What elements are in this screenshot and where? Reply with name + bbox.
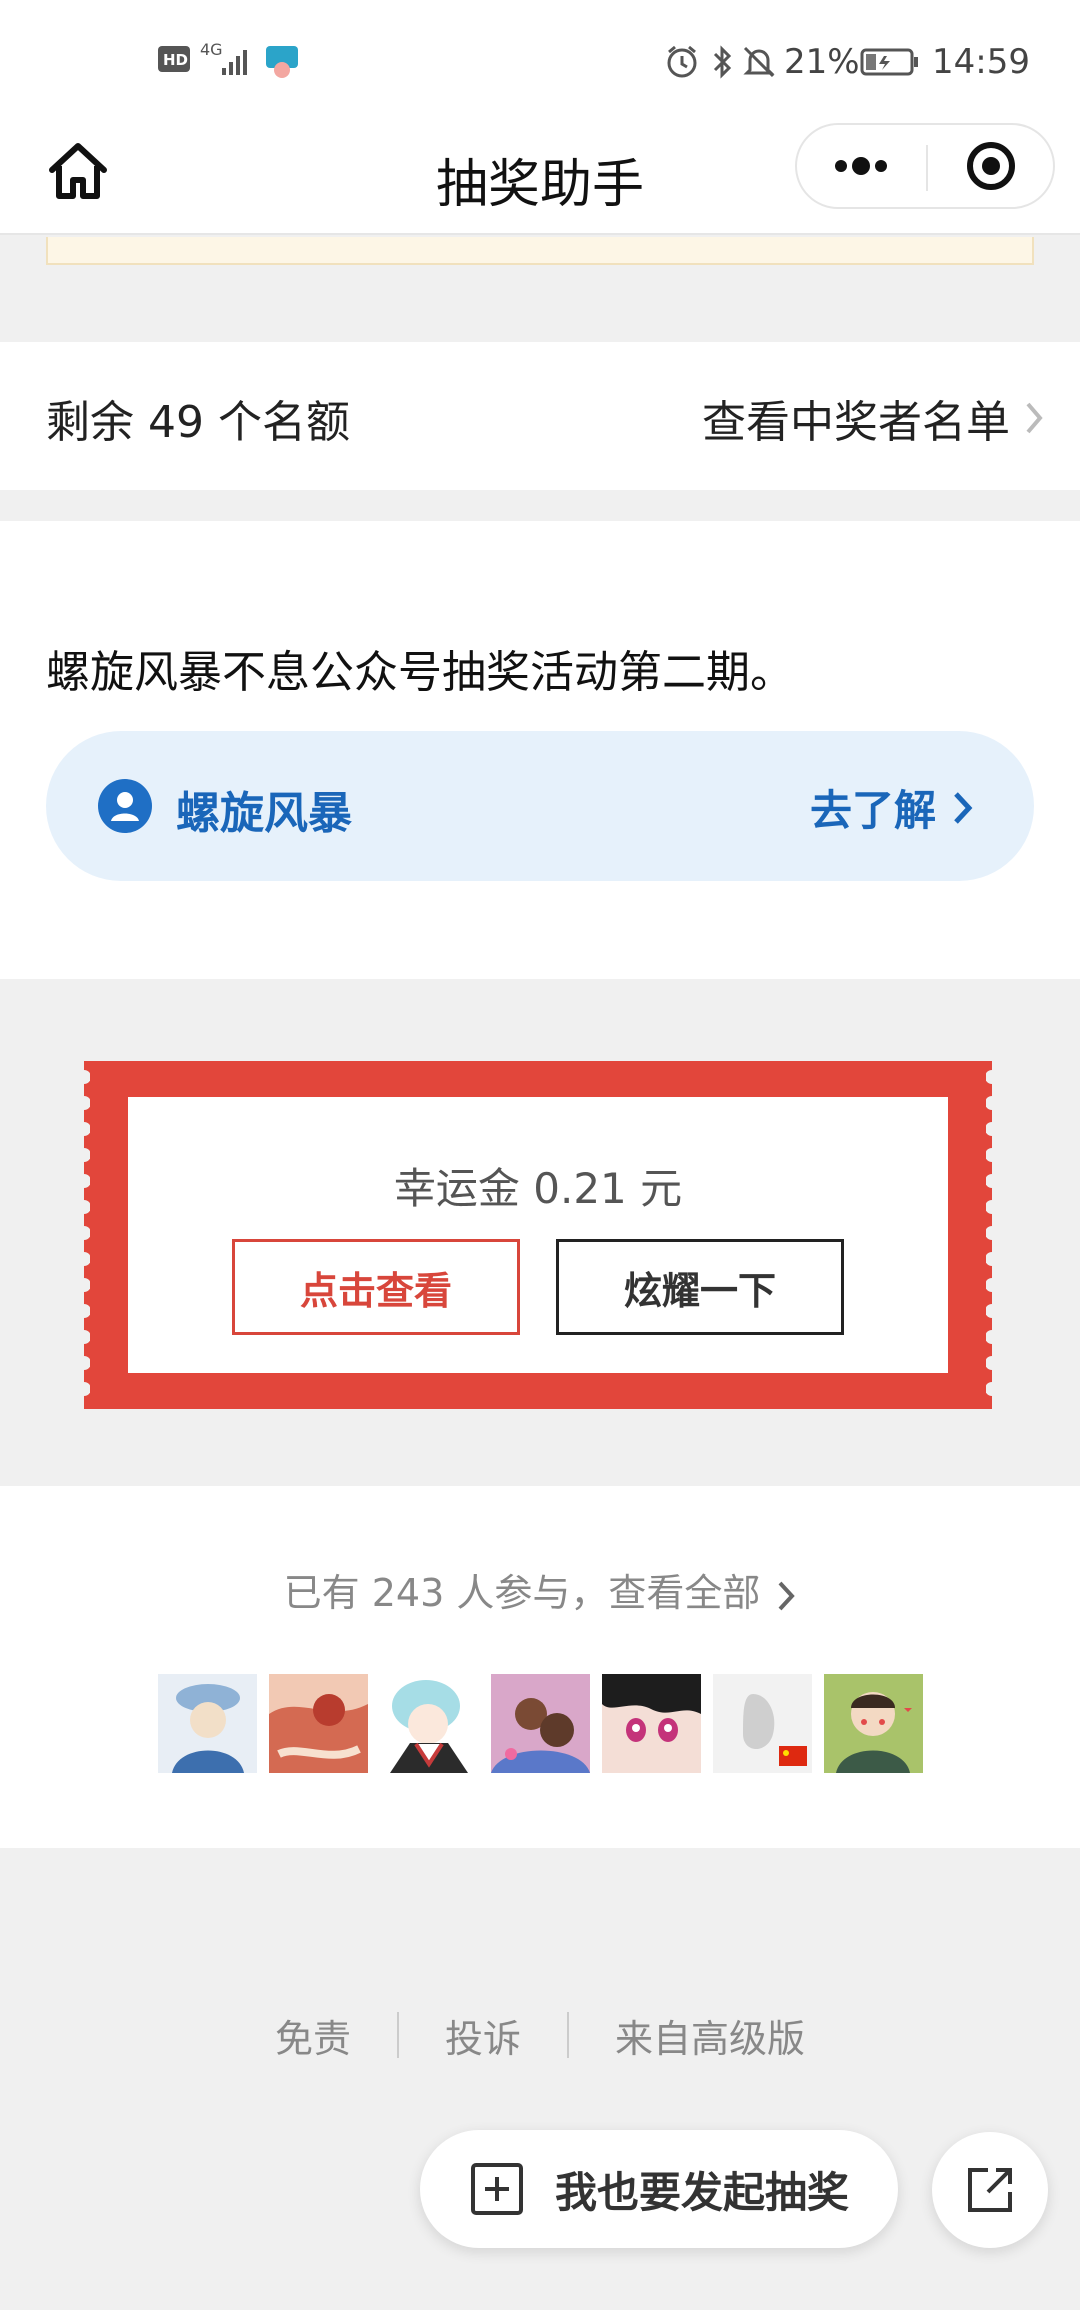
participants-count-label: 已有 243 人参与，查看全部 — [283, 1571, 761, 1615]
svg-text:HD: HD — [163, 51, 188, 69]
alarm-icon — [664, 44, 700, 84]
ticket-perforation-left — [78, 1070, 90, 1396]
participant-avatar[interactable] — [824, 1674, 923, 1773]
lottery-description: 螺旋风暴不息公众号抽奖活动第二期。 — [46, 647, 794, 698]
more-dots-icon — [835, 157, 887, 175]
add-square-icon — [470, 2163, 523, 2215]
status-bar: HD 4G 21% 14:59 — [0, 0, 1080, 120]
view-winners-link[interactable]: 查看中奖者名单 — [702, 386, 1044, 450]
learn-more-link[interactable]: 去了解 — [810, 777, 974, 838]
ticket-section: 幸运金 0.21 元 点击查看 炫耀一下 — [0, 979, 1080, 1486]
lucky-money-amount: 幸运金 0.21 元 — [393, 1164, 683, 1213]
footer-links: 免责 投诉 来自高级版 — [0, 2005, 1080, 2065]
clock: 14:59 — [932, 42, 1030, 82]
ticket-inner: 幸运金 0.21 元 点击查看 炫耀一下 — [128, 1097, 948, 1373]
chevron-right-icon — [1026, 402, 1043, 434]
mute-icon — [742, 44, 776, 84]
quota-section: 剩余 49 个名额 查看中奖者名单 — [0, 342, 1080, 490]
description-section: 螺旋风暴不息公众号抽奖活动第二期。 螺旋风暴 去了解 — [0, 521, 1080, 979]
hd-icon: HD — [158, 46, 190, 72]
share-out-icon — [968, 2168, 1012, 2212]
learn-more-label: 去了解 — [809, 786, 936, 835]
nav-bar: 抽奖助手 — [0, 120, 1080, 235]
chevron-right-icon — [778, 1581, 796, 1610]
remaining-quota-text: 剩余 49 个名额 — [46, 397, 350, 448]
app-notification-icon — [264, 44, 300, 82]
ticket-perforation-right — [986, 1070, 998, 1396]
account-name: 螺旋风暴 — [176, 788, 352, 839]
start-lottery-button[interactable]: 我也要发起抽奖 — [420, 2130, 898, 2248]
lucky-ticket: 幸运金 0.21 元 点击查看 炫耀一下 — [78, 1061, 998, 1409]
close-miniprogram-button[interactable] — [928, 125, 1054, 207]
participant-avatar[interactable] — [269, 1674, 368, 1773]
disclaimer-link[interactable]: 免责 — [229, 2008, 397, 2063]
account-avatar-icon — [98, 779, 152, 833]
complaint-link[interactable]: 投诉 — [399, 2008, 567, 2063]
official-account-card[interactable]: 螺旋风暴 去了解 — [46, 731, 1034, 881]
participant-avatar[interactable] — [158, 1674, 257, 1773]
participant-avatar[interactable] — [713, 1674, 812, 1773]
participants-section: 已有 243 人参与，查看全部 — [0, 1486, 1080, 1848]
battery-icon — [860, 48, 920, 80]
target-icon — [967, 142, 1015, 190]
notice-strip — [46, 237, 1034, 265]
start-lottery-label: 我也要发起抽奖 — [554, 2167, 849, 2217]
battery-percent: 21% — [784, 42, 860, 82]
participant-avatar[interactable] — [380, 1674, 479, 1773]
network-label: 4G — [200, 40, 223, 59]
bluetooth-icon — [710, 44, 734, 84]
capsule-menu — [795, 123, 1055, 209]
advanced-version-link[interactable]: 来自高级版 — [569, 2008, 851, 2063]
view-all-participants-link[interactable]: 已有 243 人参与，查看全部 — [0, 1562, 1080, 1617]
view-winners-label: 查看中奖者名单 — [702, 397, 1010, 448]
signal-icon — [222, 44, 256, 80]
participant-avatar[interactable] — [602, 1674, 701, 1773]
participant-avatars — [158, 1674, 923, 1773]
view-button[interactable]: 点击查看 — [232, 1239, 520, 1335]
chevron-right-icon — [954, 791, 973, 824]
more-button[interactable] — [797, 125, 925, 207]
participant-avatar[interactable] — [491, 1674, 590, 1773]
show-off-button[interactable]: 炫耀一下 — [556, 1239, 844, 1335]
share-button[interactable] — [932, 2132, 1048, 2248]
